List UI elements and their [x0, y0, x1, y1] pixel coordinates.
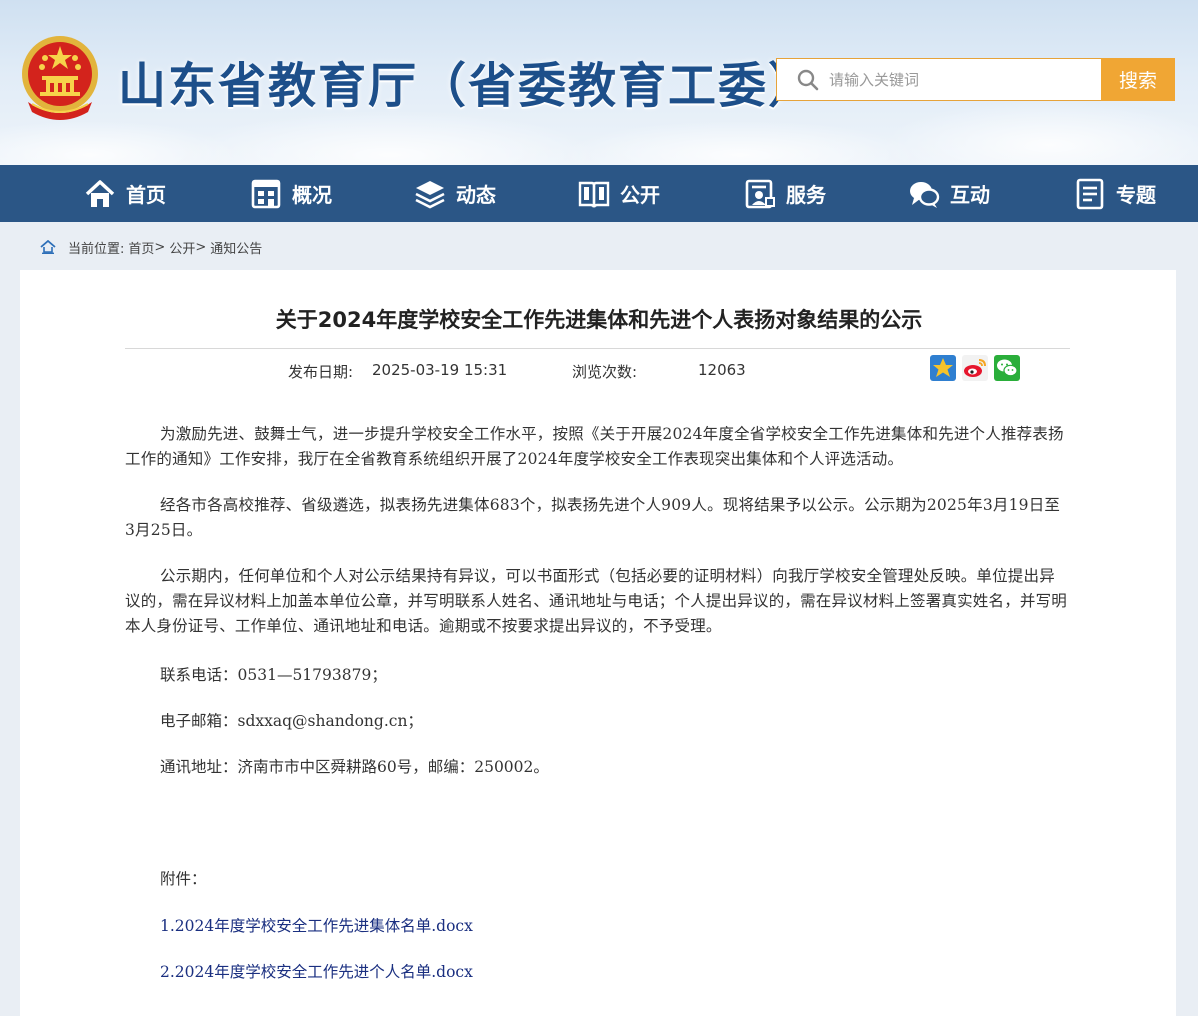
attachments-label: 附件：: [160, 870, 207, 888]
nav-label: 专题: [1116, 183, 1156, 207]
contact-email: 电子邮箱：sdxxaq@shandong.cn；: [160, 712, 423, 730]
breadcrumb-item-notices[interactable]: 通知公告: [210, 238, 262, 257]
article-paragraph: 为激励先进、鼓舞士气，进一步提升学校安全工作水平，按照《关于开展2024年度全省…: [125, 425, 1064, 468]
qzone-icon[interactable]: [930, 355, 956, 381]
contact-address: 通讯地址：济南市市中区舜耕路60号，邮编：250002。: [160, 758, 549, 776]
nav-label: 动态: [456, 183, 496, 207]
nav-label: 服务: [786, 183, 826, 207]
national-emblem-icon: [22, 36, 98, 120]
publish-date: 2025-03-19 15:31: [372, 361, 508, 379]
nav-label: 互动: [950, 183, 990, 207]
attachment-link[interactable]: 1.2024年度学校安全工作先进集体名单.docx: [160, 914, 473, 936]
main-nav: 首页 概况 动态 公开 服务 互动 专题: [0, 165, 1198, 222]
site-title[interactable]: 山东省教育厅（省委教育工委）: [118, 46, 818, 116]
book-icon: [578, 181, 610, 208]
search-icon: [797, 69, 819, 91]
article-paragraph: 经各市各高校推荐、省级遴选，拟表扬先进集体683个，拟表扬先进个人909人。现将…: [125, 496, 1061, 539]
search-button[interactable]: 搜索: [1101, 58, 1175, 101]
breadcrumb-separator: >: [154, 239, 166, 255]
wechat-icon[interactable]: [994, 355, 1020, 381]
breadcrumb-item-home[interactable]: 首页: [128, 238, 154, 257]
chat-icon: [910, 181, 940, 208]
article-paragraph: 公示期内，任何单位和个人对公示结果持有异议，可以书面形式（包括必要的证明材料）向…: [125, 567, 1068, 635]
service-icon: [745, 179, 775, 208]
contact-phone: 联系电话：0531—51793879；: [160, 666, 387, 684]
layers-icon: [415, 180, 445, 208]
title-divider: [125, 348, 1070, 349]
nav-label: 概况: [292, 183, 332, 207]
search-box[interactable]: [776, 58, 1102, 101]
breadcrumb: 当前位置: 首页 > 公开 > 通知公告: [40, 237, 262, 257]
weibo-icon[interactable]: [962, 355, 988, 381]
nav-item-news[interactable]: 动态: [414, 165, 496, 222]
nav-item-home[interactable]: 首页: [84, 165, 166, 222]
home-icon: [85, 179, 115, 207]
article-title: 关于2024年度学校安全工作先进集体和先进个人表扬对象结果的公示: [275, 308, 923, 332]
breadcrumb-prefix: 当前位置:: [68, 241, 125, 257]
views-count: 12063: [698, 361, 746, 379]
nav-label: 公开: [620, 183, 660, 207]
nav-label: 首页: [126, 183, 166, 207]
attachment-link[interactable]: 2.2024年度学校安全工作先进个人名单.docx: [160, 960, 473, 982]
views-label: 浏览次数:: [572, 363, 638, 381]
breadcrumb-separator: >: [195, 239, 207, 255]
publish-date-label: 发布日期:: [288, 363, 354, 381]
nav-item-topics[interactable]: 专题: [1074, 165, 1156, 222]
breadcrumb-item-public[interactable]: 公开: [169, 238, 195, 257]
search-input[interactable]: [829, 65, 1089, 95]
nav-item-public[interactable]: 公开: [578, 165, 660, 222]
nav-item-service[interactable]: 服务: [744, 165, 826, 222]
home-icon: [40, 240, 56, 254]
nav-item-overview[interactable]: 概况: [250, 165, 332, 222]
building-icon: [251, 179, 281, 208]
document-icon: [1076, 178, 1104, 209]
nav-item-interaction[interactable]: 互动: [908, 165, 990, 222]
